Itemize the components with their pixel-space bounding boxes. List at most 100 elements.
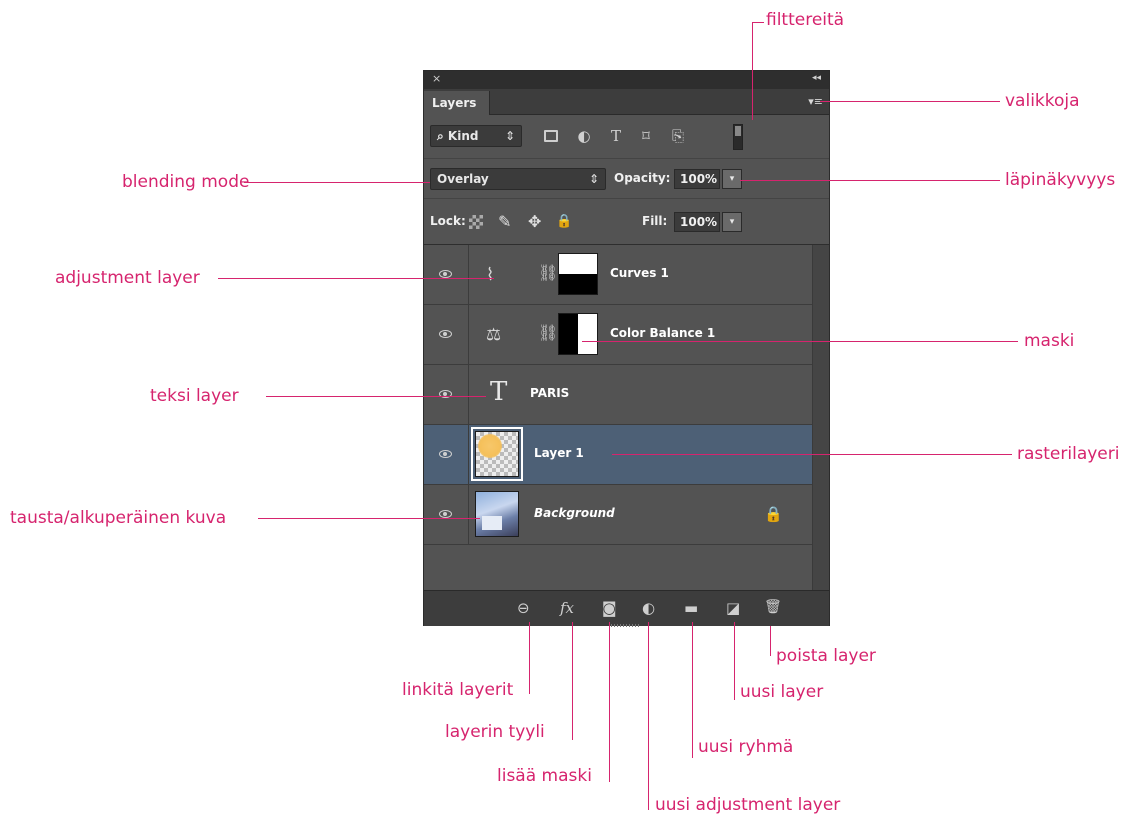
layer-name[interactable]: Curves 1 [610, 266, 669, 280]
layer-row-color-balance[interactable]: ⚖ ⛓ Color Balance 1 [424, 305, 812, 365]
annotation-line [266, 396, 486, 397]
annotation-link-layers: linkitä layerit [402, 680, 514, 700]
layer-name[interactable]: Layer 1 [534, 446, 584, 460]
annotation-delete-layer: poista layer [776, 646, 876, 666]
eye-icon [439, 330, 452, 338]
close-icon[interactable]: × [432, 72, 441, 85]
annotation-adjustment-layer: adjustment layer [55, 268, 200, 288]
lock-label: Lock: [430, 214, 466, 228]
annotation-layer-style: layerin tyyli [445, 722, 545, 742]
layer-thumbnail[interactable] [475, 491, 519, 537]
curves-icon: ⌇ [486, 265, 495, 285]
visibility-toggle[interactable] [424, 485, 469, 544]
annotation-line [734, 622, 735, 700]
annotation-line [740, 180, 1000, 181]
annotation-background: tausta/alkuperäinen kuva [10, 508, 227, 528]
annotation-new-adjustment-layer: uusi adjustment layer [655, 795, 841, 815]
new-layer-icon[interactable]: ◪ [726, 599, 740, 617]
layer-thumbnail[interactable] [475, 431, 519, 477]
layers-list: ⌇ ⛓ Curves 1 ⚖ ⛓ Color Balance 1 T PARIS… [424, 245, 812, 590]
annotation-line [770, 626, 771, 656]
layer-mask-thumbnail[interactable] [558, 313, 598, 355]
pixel-layer-filter-icon[interactable] [544, 130, 558, 142]
type-layer-filter-icon[interactable]: T [606, 126, 626, 146]
smart-object-filter-icon[interactable]: ⎘ [668, 126, 688, 146]
lock-image-pixels-icon[interactable]: ✎ [498, 212, 511, 231]
annotation-line [648, 622, 649, 810]
panel-bottom-bar: ⊖ fx ◙ ◐ ▬ ◪ 🗑 [424, 590, 829, 627]
eye-icon [439, 270, 452, 278]
chevron-updown-icon: ⇕ [588, 172, 599, 186]
annotation-blending-mode: blending mode [122, 172, 250, 192]
fill-input[interactable]: 100% [674, 212, 720, 232]
new-adjustment-icon[interactable]: ◐ [642, 599, 655, 617]
layer-row-background[interactable]: Background 🔒 [424, 485, 812, 545]
annotation-menus: valikkoja [1005, 91, 1080, 111]
layer-name[interactable]: PARIS [530, 386, 569, 400]
lock-icon: 🔒 [764, 505, 783, 523]
annotation-raster-layer: rasterilayeri [1017, 444, 1120, 464]
annotation-line [258, 518, 480, 519]
blending-mode-value: Overlay [437, 172, 489, 186]
eye-icon [439, 450, 452, 458]
eye-icon [439, 510, 452, 518]
visibility-toggle[interactable] [424, 425, 469, 484]
tab-layers[interactable]: Layers [424, 91, 490, 115]
kind-filter-select[interactable]: ⌕ Kind ⇕ [430, 125, 522, 147]
new-group-icon[interactable]: ▬ [684, 599, 698, 617]
annotation-filters: filttereitä [766, 10, 845, 30]
shape-layer-filter-icon[interactable]: ⌑ [636, 126, 656, 146]
annotation-new-layer: uusi layer [740, 682, 824, 702]
filter-toggle-icon[interactable] [733, 124, 743, 150]
layers-panel: × ◂◂ Layers ▾≡ ⌕ Kind ⇕ ◐ T ⌑ ⎘ Overlay … [423, 70, 830, 627]
lock-transparent-pixels-icon[interactable] [469, 215, 483, 229]
visibility-toggle[interactable] [424, 305, 469, 364]
panel-tab-row: Layers ▾≡ [424, 89, 829, 115]
scrollbar[interactable] [812, 245, 829, 590]
link-layers-icon[interactable]: ⊖ [517, 599, 530, 617]
annotation-mask: maski [1024, 331, 1075, 351]
annotation-opacity: läpinäkyvyys [1005, 170, 1116, 190]
collapse-icon[interactable]: ◂◂ [812, 73, 821, 83]
lock-all-icon[interactable]: 🔒 [556, 214, 572, 229]
link-chain-icon[interactable]: ⛓ [538, 323, 558, 342]
chevron-updown-icon: ⇕ [504, 129, 515, 143]
kind-filter-label: Kind [447, 129, 479, 143]
visibility-toggle[interactable] [424, 245, 469, 304]
annotation-line [820, 101, 1000, 102]
lock-row: Lock: ✎ ✥ 🔒 Fill: 100% ▾ [424, 199, 829, 245]
opacity-dropdown-icon[interactable]: ▾ [722, 169, 742, 189]
trash-icon[interactable]: 🗑 [764, 599, 782, 615]
blend-row: Overlay ⇕ Opacity: 100% ▾ [424, 159, 829, 199]
layer-name[interactable]: Background [534, 506, 615, 520]
fill-dropdown-icon[interactable]: ▾ [722, 212, 742, 232]
blending-mode-select[interactable]: Overlay ⇕ [430, 168, 606, 190]
layer-row-curves[interactable]: ⌇ ⛓ Curves 1 [424, 245, 812, 305]
annotation-line [752, 22, 753, 120]
annotation-line [752, 22, 764, 23]
opacity-input[interactable]: 100% [674, 169, 720, 189]
link-chain-icon[interactable]: ⛓ [538, 263, 558, 282]
adjustment-layer-filter-icon[interactable]: ◐ [574, 126, 594, 146]
lock-position-icon[interactable]: ✥ [528, 212, 541, 231]
add-mask-icon[interactable]: ◙ [602, 599, 617, 617]
annotation-line [529, 622, 530, 694]
opacity-label: Opacity: [614, 171, 671, 185]
annotation-line [572, 622, 573, 740]
layer-mask-thumbnail[interactable] [558, 253, 598, 295]
search-icon: ⌕ [437, 129, 448, 143]
layer-row-layer-1[interactable]: Layer 1 [424, 425, 812, 485]
annotation-line [244, 182, 430, 183]
annotation-line [609, 622, 610, 782]
panel-title-bar: × ◂◂ [424, 71, 829, 89]
visibility-toggle[interactable] [424, 365, 469, 424]
layer-name[interactable]: Color Balance 1 [610, 326, 715, 340]
annotation-text-layer: teksi layer [150, 386, 239, 406]
layer-row-paris[interactable]: T PARIS [424, 365, 812, 425]
annotation-new-group: uusi ryhmä [698, 737, 794, 757]
resize-grip[interactable] [611, 624, 641, 627]
filter-row: ⌕ Kind ⇕ ◐ T ⌑ ⎘ [424, 115, 829, 159]
fx-icon[interactable]: fx [560, 599, 574, 617]
type-layer-icon: T [490, 377, 508, 407]
annotation-line [582, 341, 1018, 342]
